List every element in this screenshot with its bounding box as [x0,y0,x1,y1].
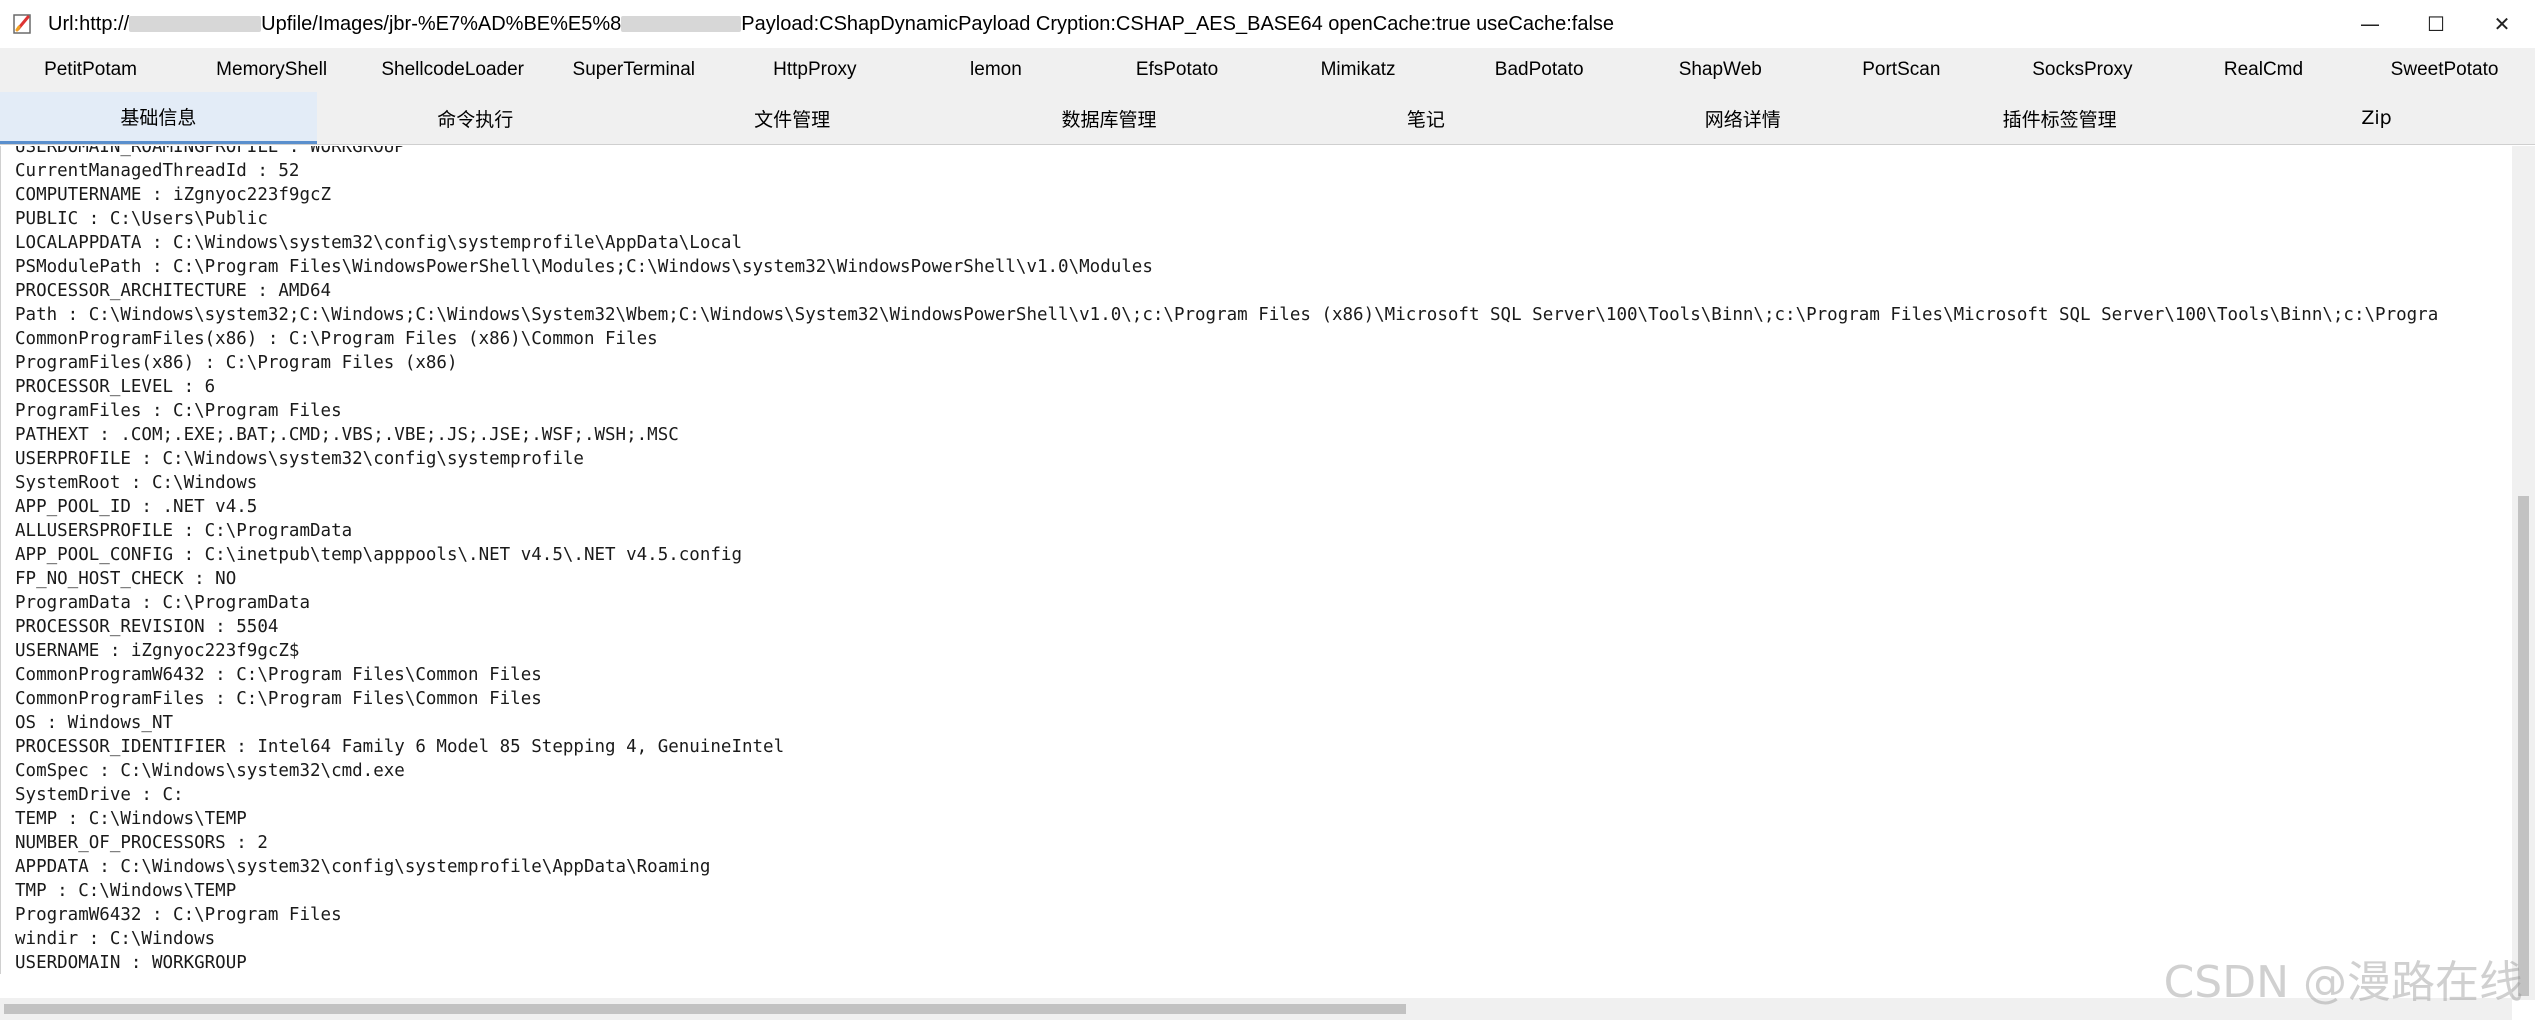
list-item: ProgramData : C:\ProgramData [15,593,311,613]
close-button[interactable]: ✕ [2469,0,2535,48]
redacted-block [621,16,742,33]
list-item: PROCESSOR_REVISION : 5504 [15,617,279,637]
tab-plugin-tag-manager[interactable]: 插件标签管理 [1901,92,2218,144]
list-item: APP_POOL_ID : .NET v4.5 [15,497,258,517]
title-bar: Url:http:// Upfile/Images/jbr-%E7%AD%BE%E… [0,0,2535,49]
list-item: LOCALAPPDATA : C:\Windows\system32\confi… [15,233,742,253]
list-item: TMP : C:\Windows\TEMP [15,881,237,901]
vertical-scrollbar[interactable] [2512,146,2535,1000]
tab-command-exec[interactable]: 命令执行 [317,92,634,144]
list-item: CurrentManagedThreadId : 52 [15,161,300,181]
plugin-tab-bar: PetitPotam MemoryShell ShellcodeLoader S… [0,48,2535,92]
title-prefix: Url:http:// [48,12,130,35]
list-item: PSModulePath : C:\Program Files\WindowsP… [15,257,1153,277]
tab-network-details[interactable]: 网络详情 [1584,92,1901,144]
list-item: USERDOMAIN : WORKGROUP [15,953,247,973]
tab-realcmd[interactable]: RealCmd [2173,48,2354,92]
horizontal-scrollbar[interactable] [0,998,2512,1020]
tab-file-manager[interactable]: 文件管理 [634,92,951,144]
window-controls: — ☐ ✕ [2337,0,2535,48]
list-item: ProgramW6432 : C:\Program Files [15,905,342,925]
list-item: APP_POOL_CONFIG : C:\inetpub\temp\apppoo… [15,545,742,565]
tab-zip[interactable]: Zip [2218,92,2535,144]
tab-petitpotam[interactable]: PetitPotam [0,48,181,92]
horizontal-scroll-thumb[interactable] [4,1004,1406,1014]
title-mid: Upfile/Images/jbr-%E7%AD%BE%E5%8 [261,12,622,35]
tab-portscan[interactable]: PortScan [1811,48,1992,92]
list-item: TEMP : C:\Windows\TEMP [15,809,247,829]
list-item: APPDATA : C:\Windows\system32\config\sys… [15,857,711,877]
list-item: USERDOMAIN_ROAMINGPROFILE : WORKGROUP [15,146,405,157]
function-tab-bar: 基础信息 命令执行 文件管理 数据库管理 笔记 网络详情 插件标签管理 Zip [0,92,2535,145]
tab-memoryshell[interactable]: MemoryShell [181,48,362,92]
tab-efspotato[interactable]: EfsPotato [1086,48,1267,92]
tab-shellcodeloader[interactable]: ShellcodeLoader [362,48,543,92]
list-item: windir : C:\Windows [15,929,216,949]
tab-superterminal[interactable]: SuperTerminal [543,48,724,92]
list-item: PROCESSOR_IDENTIFIER : Intel64 Family 6 … [15,737,785,757]
list-item: PUBLIC : C:\Users\Public [15,209,268,229]
list-item: NUMBER_OF_PROCESSORS : 2 [15,833,268,853]
list-item: USERPROFILE : C:\Windows\system32\config… [15,449,584,469]
minimize-button[interactable]: — [2337,0,2403,48]
tab-basic-info[interactable]: 基础信息 [0,92,317,144]
list-item: OS : Windows_NT [15,713,174,733]
app-icon [10,11,36,37]
tab-shapweb[interactable]: ShapWeb [1630,48,1811,92]
info-text-area[interactable]: USERDOMAIN_ROAMINGPROFILE : WORKGROUP Cu… [0,146,2511,974]
list-item: SystemDrive : C: [15,785,184,805]
redacted-block [129,16,262,33]
list-item: SystemRoot : C:\Windows [15,473,258,493]
tab-badpotato[interactable]: BadPotato [1449,48,1630,92]
list-item: PROCESSOR_ARCHITECTURE : AMD64 [15,281,332,301]
list-item: ProgramFiles : C:\Program Files [15,401,342,421]
list-item: Path : C:\Windows\system32;C:\Windows;C:… [15,305,2439,325]
list-item: USERNAME : iZgnyoc223f9gcZ$ [15,641,300,661]
tab-sweetpotato[interactable]: SweetPotato [2354,48,2535,92]
tab-socksproxy[interactable]: SocksProxy [1992,48,2173,92]
maximize-button[interactable]: ☐ [2403,0,2469,48]
vertical-scroll-thumb[interactable] [2518,496,2529,996]
tab-httpproxy[interactable]: HttpProxy [724,48,905,92]
tab-mimikatz[interactable]: Mimikatz [1268,48,1449,92]
tab-database-manager[interactable]: 数据库管理 [951,92,1268,144]
window-title: Url:http:// Upfile/Images/jbr-%E7%AD%BE%E… [48,13,1614,36]
env-var-list: USERDOMAIN_ROAMINGPROFILE : WORKGROUP Cu… [15,146,2438,974]
list-item: FP_NO_HOST_CHECK : NO [15,569,237,589]
list-item: CommonProgramFiles(x86) : C:\Program Fil… [15,329,658,349]
list-item: ProgramFiles(x86) : C:\Program Files (x8… [15,353,458,373]
list-item: PROCESSOR_LEVEL : 6 [15,377,216,397]
title-suffix: Payload:CShapDynamicPayload Cryption:CSH… [741,12,1615,35]
list-item: CommonProgramFiles : C:\Program Files\Co… [15,689,542,709]
tab-lemon[interactable]: lemon [905,48,1086,92]
list-item: CommonProgramW6432 : C:\Program Files\Co… [15,665,542,685]
list-item: ALLUSERSPROFILE : C:\ProgramData [15,521,353,541]
list-item: COMPUTERNAME : iZgnyoc223f9gcZ [15,185,332,205]
csdn-watermark: CSDN @漫路在线 [2163,957,2523,1008]
list-item: ComSpec : C:\Windows\system32\cmd.exe [15,761,405,781]
list-item: PATHEXT : .COM;.EXE;.BAT;.CMD;.VBS;.VBE;… [15,425,679,445]
tab-notes[interactable]: 笔记 [1268,92,1585,144]
